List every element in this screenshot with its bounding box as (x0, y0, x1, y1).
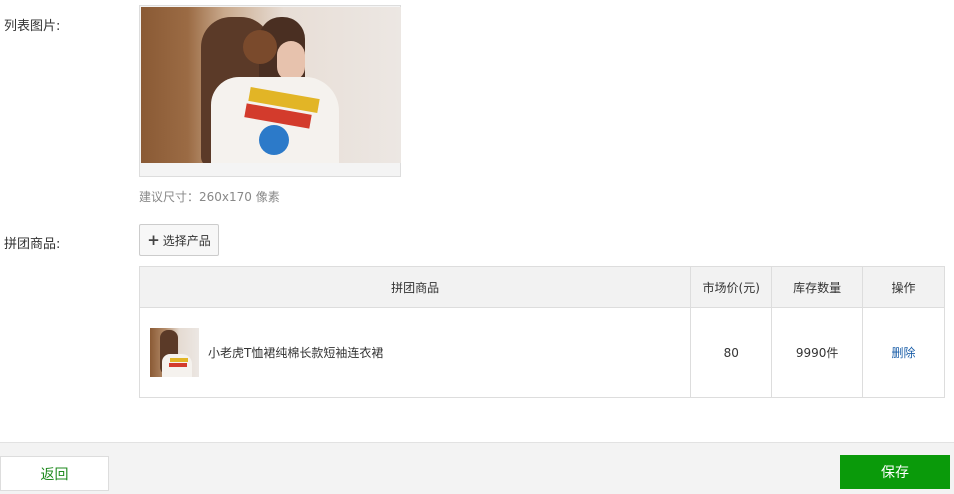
market-price-cell: 80 (690, 307, 773, 398)
select-product-label: 选择产品 (162, 233, 211, 248)
save-button[interactable]: 保存 (840, 455, 950, 489)
page: 列表图片: 建议尺寸：260x170 像素 拼团商品: + 选择产品 拼团商品 … (0, 0, 954, 494)
header-action: 操作 (862, 266, 945, 308)
table-header-row: 拼团商品 市场价(元) 库存数量 操作 (138, 266, 945, 308)
footer-bar: 返回 保存 (0, 442, 954, 494)
product-name: 小老虎T恤裙纯棉长款短袖连衣裙 (208, 346, 384, 360)
back-button[interactable]: 返回 (0, 456, 109, 491)
list-image-preview (141, 7, 401, 163)
image-size-hint: 建议尺寸：260x170 像素 (139, 190, 280, 204)
list-image-label: 列表图片: (4, 19, 61, 34)
header-market-price: 市场价(元) (690, 266, 773, 308)
header-product: 拼团商品 (138, 266, 692, 308)
header-stock: 库存数量 (771, 266, 864, 308)
list-image-upload[interactable] (139, 5, 401, 177)
action-cell: 删除 (862, 307, 945, 398)
product-thumbnail (150, 328, 199, 377)
select-product-button[interactable]: + 选择产品 (139, 224, 219, 256)
delete-link[interactable]: 删除 (892, 346, 916, 360)
group-product-label: 拼团商品: (4, 237, 61, 252)
stock-cell: 9990件 (771, 307, 864, 398)
plus-icon: + (147, 230, 160, 249)
table-row: 小老虎T恤裙纯棉长款短袖连衣裙 80 9990件 删除 (138, 307, 945, 398)
group-product-table: 拼团商品 市场价(元) 库存数量 操作 小老虎T恤裙纯棉长款短袖连衣裙 80 9… (138, 266, 945, 398)
product-cell: 小老虎T恤裙纯棉长款短袖连衣裙 (138, 307, 692, 398)
